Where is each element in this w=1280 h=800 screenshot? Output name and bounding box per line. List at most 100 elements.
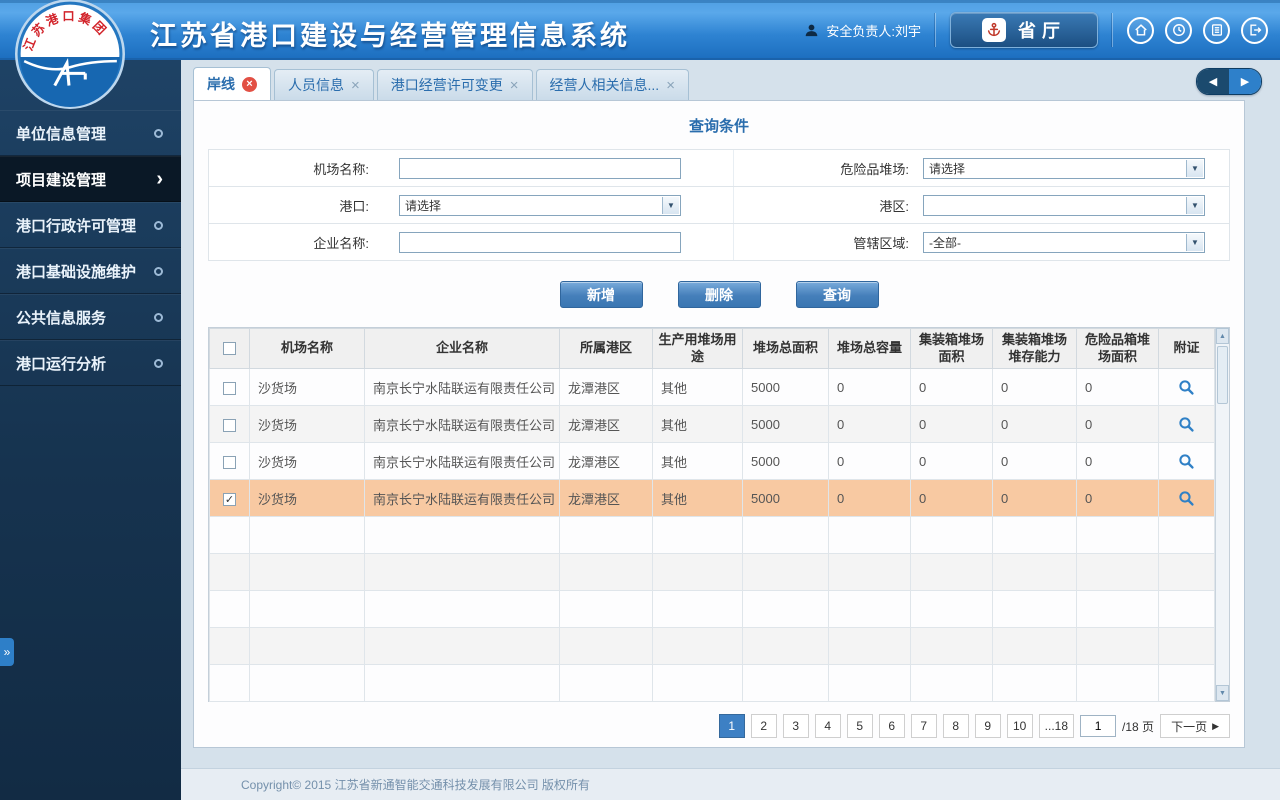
empty-cell: [652, 627, 743, 665]
scroll-up-button[interactable]: ▲: [1216, 328, 1229, 344]
table-row[interactable]: 沙货场 南京长宁水陆联运有限责任公司 龙潭港区 其他 5000 0 0 0 0: [209, 368, 1215, 406]
table-cell: 0: [910, 442, 993, 480]
sidebar-item-label: 公共信息服务: [16, 309, 107, 327]
magnifier-icon[interactable]: [1178, 490, 1195, 507]
search-button[interactable]: 查询: [795, 281, 879, 308]
row-checkbox[interactable]: ✓: [223, 492, 236, 506]
select-dropdown[interactable]: 请选择 ▼: [399, 194, 681, 216]
query-field-cell: 请选择 ▼: [377, 187, 734, 223]
tab[interactable]: 港口经营许可变更 ×: [376, 69, 533, 100]
empty-cell: [910, 516, 993, 554]
empty-cell: [992, 590, 1077, 628]
empty-cell: [742, 627, 829, 665]
magnifier-icon[interactable]: [1178, 379, 1195, 396]
sidebar-item-label: 港口基础设施维护: [16, 263, 137, 281]
table-cell: 0: [828, 368, 911, 406]
circle-icon: [154, 128, 163, 138]
scroll-down-button[interactable]: ▼: [1216, 685, 1229, 701]
table-cell: 其他: [652, 442, 743, 480]
tab-scroll-right-button[interactable]: ▶: [1229, 69, 1261, 94]
sidebar-item-label: 港口运行分析: [16, 355, 107, 373]
empty-cell: [1158, 553, 1215, 591]
empty-cell: [652, 516, 743, 554]
tab[interactable]: 岸线 ×: [193, 67, 271, 100]
table-cell: 其他: [652, 479, 743, 517]
add-button[interactable]: 新增: [559, 281, 643, 308]
row-checkbox[interactable]: [223, 455, 236, 469]
province-hall-button[interactable]: 省厅: [950, 12, 1098, 48]
row-checkbox-cell: [209, 368, 250, 406]
open-tabs: 岸线 × 人员信息 × 港口经营许可变更 × 经营人相关信息... ×: [193, 67, 692, 100]
empty-cell: [910, 627, 993, 665]
magnifier-icon[interactable]: [1178, 453, 1195, 470]
document-icon[interactable]: [1203, 16, 1230, 44]
home-icon[interactable]: [1127, 16, 1154, 44]
results-table: 机场名称 企业名称 所属港区 生产用堆场用途 堆场总面积 堆场总容量 集装箱堆场面积 集装箱堆…: [209, 328, 1215, 702]
empty-cell: [910, 590, 993, 628]
row-checkbox[interactable]: [223, 381, 236, 395]
page-button[interactable]: 4: [814, 714, 841, 738]
tab[interactable]: 经营人相关信息... ×: [535, 69, 689, 100]
page-button[interactable]: 5: [846, 714, 873, 738]
empty-cell: [1158, 627, 1215, 665]
select-dropdown[interactable]: ▼: [923, 194, 1205, 216]
select-dropdown[interactable]: -全部- ▼: [923, 231, 1205, 253]
close-icon[interactable]: ×: [351, 78, 360, 93]
page-button[interactable]: 1: [718, 714, 745, 738]
empty-cell: [992, 553, 1077, 591]
empty-cell: [910, 553, 993, 591]
sidebar-item[interactable]: 港口运行分析: [0, 340, 181, 386]
empty-cell: [249, 627, 365, 665]
sidebar-item[interactable]: 港口基础设施维护: [0, 248, 181, 294]
table-cell: 0: [828, 442, 911, 480]
scrollbar-track[interactable]: ▲ ▼: [1215, 328, 1229, 701]
logout-icon[interactable]: [1241, 16, 1268, 44]
page-button[interactable]: 3: [782, 714, 809, 738]
page-button[interactable]: 7: [910, 714, 937, 738]
user-label: 安全负责人:刘宇: [826, 23, 921, 39]
scrollbar-thumb[interactable]: [1217, 346, 1228, 404]
sidebar-item-label: 港口行政许可管理: [16, 217, 137, 235]
page-button[interactable]: ...18: [1038, 714, 1075, 738]
anchor-icon: [982, 18, 1006, 42]
sidebar-item[interactable]: 单位信息管理: [0, 110, 181, 156]
query-panel-title: 查询条件: [688, 117, 749, 135]
select-all-checkbox[interactable]: [223, 342, 236, 356]
next-page-button[interactable]: 下一页 ▶: [1160, 714, 1230, 738]
sidebar-expander[interactable]: »: [0, 638, 14, 666]
page-button[interactable]: 8: [942, 714, 969, 738]
sidebar-item[interactable]: 公共信息服务: [0, 294, 181, 340]
empty-cell: [742, 553, 829, 591]
tab-scroll-left-button[interactable]: ◀: [1197, 69, 1229, 94]
table-row[interactable]: ✓ 沙货场 南京长宁水陆联运有限责任公司 龙潭港区 其他 5000 0 0 0 0: [209, 479, 1215, 517]
sidebar: 单位信息管理 项目建设管理 › 港口行政许可管理 港口基础设施维护 公共信息服务 港口运行分…: [0, 60, 181, 800]
close-icon[interactable]: ×: [242, 76, 257, 92]
empty-cell: [559, 590, 653, 628]
empty-table-row: [209, 553, 1215, 591]
page-button[interactable]: 9: [974, 714, 1001, 738]
close-icon[interactable]: ×: [666, 78, 675, 93]
sidebar-item[interactable]: 港口行政许可管理: [0, 202, 181, 248]
table-row[interactable]: 沙货场 南京长宁水陆联运有限责任公司 龙潭港区 其他 5000 0 0 0 0: [209, 405, 1215, 443]
tab[interactable]: 人员信息 ×: [274, 69, 374, 100]
circle-icon: [154, 358, 163, 368]
tab-label: 经营人相关信息...: [549, 77, 660, 93]
text-input[interactable]: [399, 231, 681, 253]
empty-cell: [1158, 590, 1215, 628]
close-icon[interactable]: ×: [510, 78, 519, 93]
next-arrow-icon: ▶: [1240, 76, 1250, 88]
table-row[interactable]: 沙货场 南京长宁水陆联运有限责任公司 龙潭港区 其他 5000 0 0 0 0: [209, 442, 1215, 480]
clock-icon[interactable]: [1165, 16, 1192, 44]
table-cell: 0: [828, 405, 911, 443]
page-button[interactable]: 6: [878, 714, 905, 738]
row-checkbox[interactable]: [223, 418, 236, 432]
page-button[interactable]: 10: [1006, 714, 1033, 738]
select-dropdown[interactable]: 请选择 ▼: [923, 157, 1205, 179]
magnifier-icon[interactable]: [1178, 416, 1195, 433]
page-button[interactable]: 2: [750, 714, 777, 738]
text-input[interactable]: [399, 157, 681, 179]
sidebar-item[interactable]: 项目建设管理 ›: [0, 156, 181, 202]
page-number-input[interactable]: [1080, 715, 1117, 737]
query-label: 企业名称:: [313, 235, 369, 251]
delete-button[interactable]: 删除: [677, 281, 761, 308]
